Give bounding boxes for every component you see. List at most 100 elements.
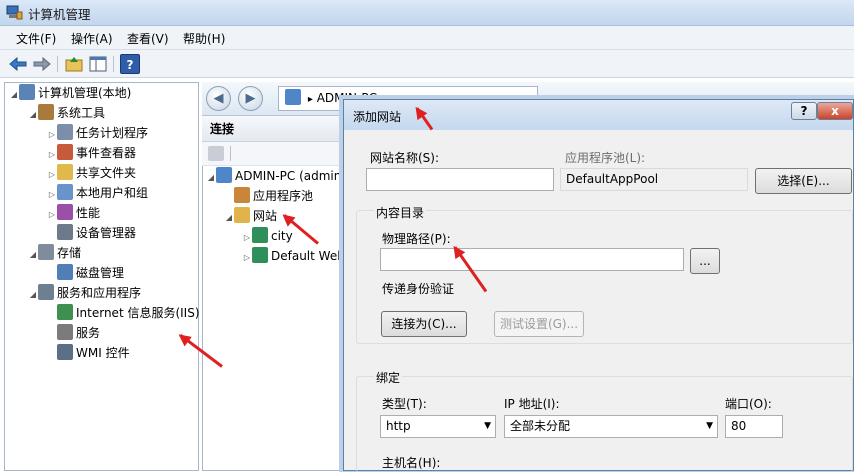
tree-item[interactable]: WMI 控件 bbox=[47, 343, 130, 363]
expanded-triangle-icon[interactable]: ◢ bbox=[224, 208, 234, 226]
tree-item[interactable]: ◢ 存储 bbox=[28, 243, 81, 263]
app-pool-icon bbox=[234, 187, 250, 203]
collapsed-triangle-icon[interactable]: ▷ bbox=[47, 165, 57, 183]
window-title-bar: 计算机管理 bbox=[0, 0, 854, 26]
tree-item[interactable]: ▷ 事件查看器 bbox=[47, 143, 136, 163]
tree-item[interactable]: ◢ 系统工具 bbox=[28, 103, 105, 123]
host-name-label: 主机名(H): bbox=[382, 456, 441, 470]
tree-item[interactable]: ▷ 性能 bbox=[47, 203, 100, 223]
expanded-triangle-icon[interactable]: ◢ bbox=[28, 245, 38, 263]
toolbar-divider bbox=[57, 56, 58, 72]
tree-item-label: 应用程序池 bbox=[253, 189, 314, 203]
up-folder-icon[interactable] bbox=[64, 54, 84, 74]
tree-item[interactable]: ◢ 计算机管理(本地) bbox=[9, 83, 131, 103]
tree-item[interactable]: 设备管理器 bbox=[47, 223, 136, 243]
globe-icon bbox=[252, 227, 268, 243]
toolbar: ? bbox=[0, 50, 854, 78]
tree-item[interactable]: ▷ 共享文件夹 bbox=[47, 163, 136, 183]
tree-item-label: 共享文件夹 bbox=[76, 166, 137, 180]
tree-item-label: city bbox=[271, 229, 293, 243]
dialog-close-button[interactable]: x bbox=[817, 102, 853, 120]
port-input[interactable]: 80 bbox=[725, 415, 783, 438]
menu-view[interactable]: 查看(V) bbox=[127, 30, 169, 47]
clock-icon bbox=[57, 124, 73, 140]
expanded-triangle-icon[interactable]: ◢ bbox=[206, 168, 216, 186]
tree-item-label: 系统工具 bbox=[57, 106, 106, 120]
tree-item[interactable]: ◢ 服务和应用程序 bbox=[28, 283, 141, 303]
users-icon bbox=[57, 184, 73, 200]
site-name-label: 网站名称(S): bbox=[370, 151, 440, 165]
iis-icon bbox=[57, 304, 73, 320]
tree-item[interactable]: ◢ ADMIN-PC (admin bbox=[206, 166, 341, 186]
forward-arrow-icon[interactable] bbox=[32, 54, 52, 74]
connections-toolbar bbox=[202, 142, 350, 166]
tree-item[interactable]: ◢ 网站 bbox=[224, 206, 277, 226]
collapsed-triangle-icon[interactable]: ▷ bbox=[47, 185, 57, 203]
globe-icon bbox=[252, 247, 268, 263]
chevron-down-icon: ▼ bbox=[484, 421, 491, 431]
expanded-triangle-icon[interactable]: ◢ bbox=[9, 85, 19, 103]
site-name-input[interactable] bbox=[366, 168, 554, 191]
console-tree: ◢ 计算机管理(本地) ◢ 系统工具 ▷ 任务计划程序 ▷ 事件查看器 ▷ 共享文件夹 ▷ 本地用户和… bbox=[4, 82, 199, 471]
ip-address-select[interactable]: 全部未分配 ▼ bbox=[504, 415, 718, 438]
disk-icon bbox=[57, 264, 73, 280]
tree-item-label: 磁盘管理 bbox=[76, 266, 125, 280]
tree-item[interactable]: Internet 信息服务(IIS)管 bbox=[47, 303, 199, 323]
server-icon bbox=[216, 167, 232, 183]
gear-icon bbox=[57, 324, 73, 340]
tree-item[interactable]: 应用程序池 bbox=[224, 186, 313, 206]
tree-item-label: 任务计划程序 bbox=[76, 126, 149, 140]
app-pool-field: DefaultAppPool bbox=[560, 168, 748, 191]
tree-item[interactable]: ▷ city bbox=[242, 226, 293, 246]
window-title: 计算机管理 bbox=[28, 7, 91, 22]
tree-item[interactable]: ▷ 任务计划程序 bbox=[47, 123, 148, 143]
collapsed-triangle-icon[interactable]: ▷ bbox=[242, 228, 252, 246]
expanded-triangle-icon[interactable]: ◢ bbox=[28, 105, 38, 123]
connect-as-button[interactable]: 连接为(C)... bbox=[381, 311, 467, 337]
menu-help[interactable]: 帮助(H) bbox=[183, 30, 225, 47]
collapsed-triangle-icon[interactable]: ▷ bbox=[47, 125, 57, 143]
collapsed-triangle-icon[interactable]: ▷ bbox=[47, 145, 57, 163]
tree-item-label: 网站 bbox=[253, 209, 278, 223]
select-app-pool-button[interactable]: 选择(E)... bbox=[755, 168, 852, 194]
dialog-help-button[interactable]: ? bbox=[791, 102, 817, 120]
tree-item-label: 本地用户和组 bbox=[76, 186, 149, 200]
tree-item[interactable]: 磁盘管理 bbox=[47, 263, 124, 283]
tree-item-label: 计算机管理(本地) bbox=[38, 86, 132, 100]
connect-icon[interactable] bbox=[208, 146, 224, 161]
chevron-down-icon: ▼ bbox=[706, 421, 713, 431]
performance-icon bbox=[57, 204, 73, 220]
collapsed-triangle-icon[interactable]: ▷ bbox=[47, 205, 57, 223]
binding-title: 绑定 bbox=[374, 369, 403, 386]
type-select[interactable]: http ▼ bbox=[380, 415, 496, 438]
menu-bar: 文件(F) 操作(A) 查看(V) 帮助(H) bbox=[0, 26, 854, 50]
tree-item-label: 事件查看器 bbox=[76, 146, 137, 160]
app-pool-label: 应用程序池(L): bbox=[565, 151, 646, 165]
computer-icon bbox=[19, 84, 35, 100]
physical-path-input[interactable] bbox=[380, 248, 684, 271]
tree-item-label: 服务 bbox=[76, 326, 101, 340]
browse-path-button[interactable]: ... bbox=[690, 248, 720, 274]
tree-item[interactable]: ▷ 本地用户和组 bbox=[47, 183, 148, 203]
menu-action[interactable]: 操作(A) bbox=[71, 30, 113, 47]
nav-forward-button[interactable]: ▶ bbox=[238, 86, 263, 111]
type-selected-value: http bbox=[386, 419, 411, 433]
collapsed-triangle-icon[interactable]: ▷ bbox=[242, 248, 252, 266]
content-directory-title: 内容目录 bbox=[374, 204, 427, 221]
nav-back-button[interactable]: ◀ bbox=[206, 86, 231, 111]
back-arrow-icon[interactable] bbox=[8, 54, 28, 74]
ip-address-label: IP 地址(I): bbox=[504, 397, 560, 411]
tree-item-label: 性能 bbox=[76, 206, 101, 220]
expanded-triangle-icon[interactable]: ◢ bbox=[28, 285, 38, 303]
tree-item[interactable]: 服务 bbox=[47, 323, 100, 343]
port-label: 端口(O): bbox=[725, 397, 772, 411]
sites-folder-icon bbox=[234, 207, 250, 223]
show-hide-tree-icon[interactable] bbox=[88, 54, 108, 74]
tree-item[interactable]: ▷ Default Web bbox=[242, 246, 344, 266]
computer-management-icon bbox=[6, 5, 23, 20]
menu-file[interactable]: 文件(F) bbox=[16, 30, 56, 47]
type-label: 类型(T): bbox=[382, 397, 427, 411]
help-topic-icon[interactable]: ? bbox=[120, 54, 140, 74]
add-website-dialog: 添加网站 ? x 网站名称(S): 应用程序池(L): DefaultAppPo… bbox=[343, 99, 854, 472]
device-icon bbox=[57, 224, 73, 240]
